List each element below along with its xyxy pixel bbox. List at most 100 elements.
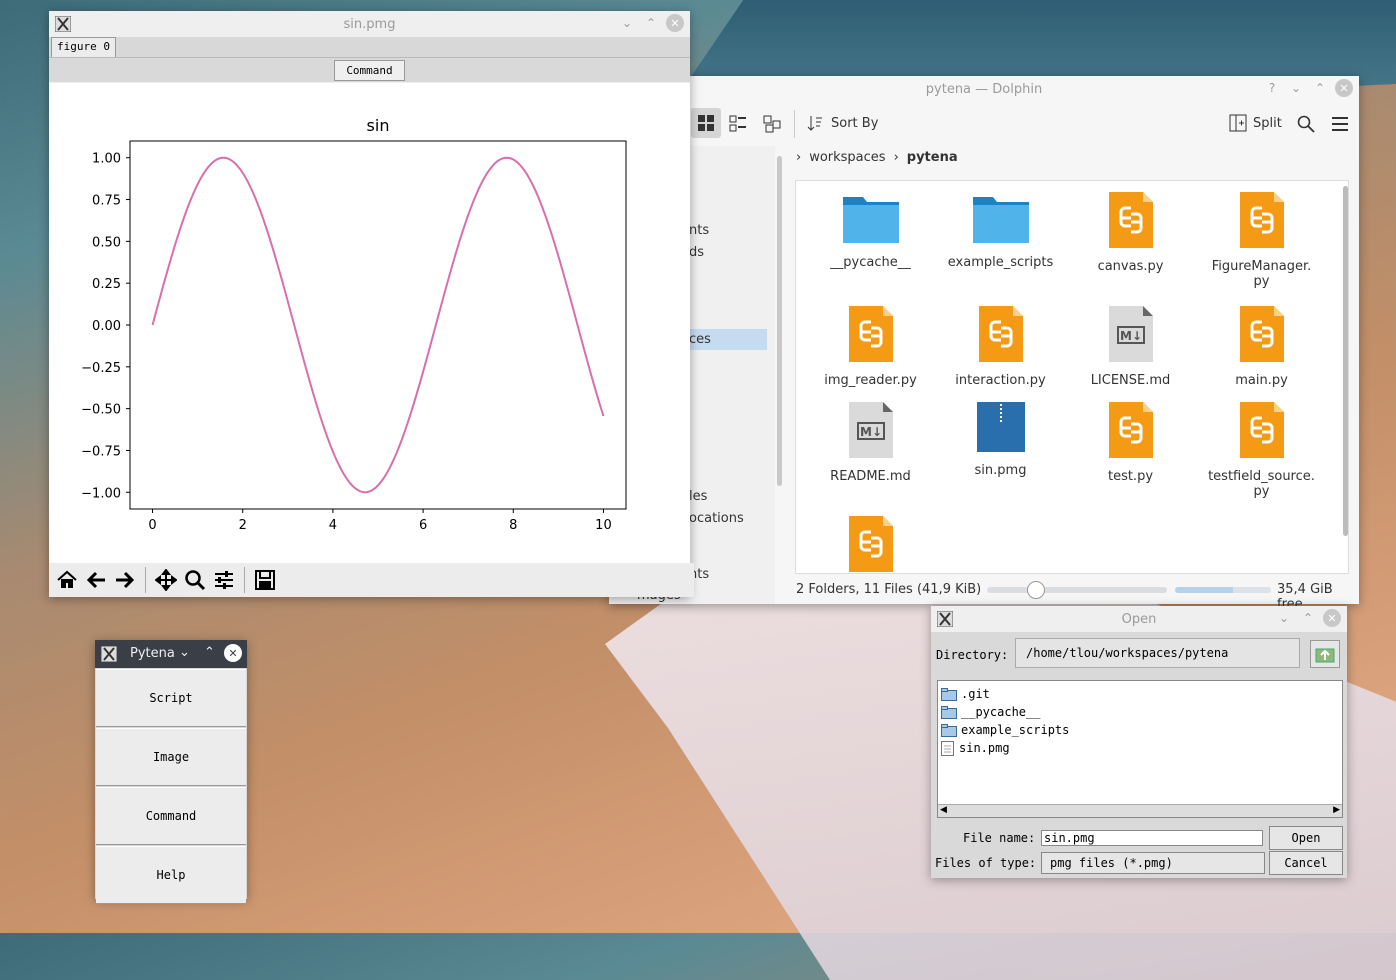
sidebar-item[interactable]: ocations [689, 511, 744, 526]
chevron-right-icon: › [796, 150, 802, 165]
file-item[interactable]: img_reader.py [808, 305, 933, 388]
file-item[interactable]: example_scripts [938, 191, 1063, 270]
breadcrumb: › workspaces › pytena [796, 150, 958, 165]
tree-view-icon[interactable] [763, 115, 781, 133]
help-icon[interactable]: ? [1263, 79, 1281, 97]
file-item[interactable] [808, 515, 933, 573]
sidebar-item-selected[interactable]: ces [689, 329, 767, 350]
y-tick-label: 0.00 [92, 319, 121, 334]
markdown-file-icon: M↓ [1108, 306, 1153, 362]
folder-icon [842, 197, 899, 243]
sort-icon [807, 116, 822, 131]
file-item[interactable]: main.py [1199, 305, 1324, 388]
back-arrow-icon[interactable] [82, 566, 110, 594]
breadcrumb-pytena[interactable]: pytena [907, 150, 958, 165]
zoom-slider[interactable] [987, 581, 1167, 599]
file-item[interactable]: __pycache__ [808, 191, 933, 270]
x-tick-label: 0 [148, 518, 156, 533]
file-list-item[interactable]: .git [938, 685, 1342, 703]
sidebar-item[interactable]: les [689, 489, 707, 504]
home-icon[interactable] [53, 566, 81, 594]
image-button[interactable]: Image [96, 728, 246, 786]
open-titlebar[interactable]: Open ⌄ ⌃ ✕ [931, 606, 1347, 632]
command-button[interactable]: Command [96, 787, 246, 845]
directory-label: Directory: [936, 648, 1009, 662]
status-text: 2 Folders, 11 Files (41,9 KiB) [796, 582, 982, 597]
icons-view-button[interactable] [691, 108, 721, 138]
forward-arrow-icon[interactable] [111, 566, 139, 594]
zoom-icon[interactable] [181, 566, 209, 594]
file-item-label: img_reader.py [824, 373, 917, 388]
sidebar-item[interactable]: nts [689, 223, 709, 238]
directory-field[interactable]: /home/tlou/workspaces/pytena [1015, 638, 1300, 668]
files-of-type-value: pmg files (*.pmg) [1050, 856, 1173, 870]
command-button[interactable]: Command [334, 59, 405, 81]
breadcrumb-workspaces[interactable]: workspaces [809, 150, 885, 165]
maximize-icon[interactable]: ⌃ [204, 645, 215, 660]
sidebar-item[interactable]: ds [689, 245, 704, 260]
python-file-icon [1108, 192, 1153, 248]
python-file-icon [1239, 192, 1284, 248]
pan-icon[interactable] [152, 566, 180, 594]
file-list-item[interactable]: example_scripts [938, 721, 1342, 739]
minimize-icon[interactable]: ⌄ [1287, 79, 1305, 97]
search-icon[interactable] [1297, 115, 1315, 133]
folder-icon [941, 723, 957, 737]
dolphin-titlebar[interactable]: pytena — Dolphin ? ⌄ ⌃ ✕ [609, 76, 1359, 102]
y-tick-label: −0.75 [81, 444, 121, 459]
maximize-icon[interactable]: ⌃ [642, 14, 660, 32]
x-app-icon [101, 646, 117, 662]
python-file-icon [1108, 402, 1153, 458]
file-item[interactable]: FigureManager. py [1199, 191, 1324, 289]
file-item[interactable]: M↓ README.md [808, 401, 933, 484]
close-icon[interactable]: ✕ [224, 644, 242, 662]
figure-titlebar[interactable]: sin.pmg ⌄ ⌃ ✕ [49, 11, 690, 37]
minimize-icon[interactable]: ⌄ [179, 645, 190, 660]
files-of-type-select[interactable]: pmg files (*.pmg) [1041, 852, 1265, 874]
details-view-icon[interactable] [729, 115, 747, 133]
file-list-item[interactable]: __pycache__ [938, 703, 1342, 721]
hamburger-menu-icon[interactable] [1331, 116, 1349, 132]
maximize-icon[interactable]: ⌃ [1299, 609, 1317, 627]
x-tick-label: 4 [329, 518, 337, 533]
y-tick-label: −1.00 [81, 486, 121, 501]
help-button[interactable]: Help [96, 846, 246, 904]
file-item-label: interaction.py [955, 373, 1046, 388]
file-item[interactable]: testfield_source. py [1199, 401, 1324, 499]
sort-by-label: Sort By [831, 115, 879, 131]
file-list-item-label: .git [961, 687, 990, 701]
sidebar-scrollbar[interactable] [777, 156, 782, 486]
file-item[interactable]: sin.pmg [938, 401, 1063, 478]
pytena-titlebar[interactable]: Pytena ⌄ ⌃ ✕ [95, 640, 247, 668]
svg-text:M↓: M↓ [1120, 329, 1142, 343]
file-item[interactable]: M↓ LICENSE.md [1068, 305, 1193, 388]
close-icon[interactable]: ✕ [1335, 79, 1353, 97]
file-item[interactable]: interaction.py [938, 305, 1063, 388]
close-icon[interactable]: ✕ [666, 14, 684, 32]
tab-figure-0[interactable]: figure 0 [51, 37, 116, 57]
split-button[interactable]: Split [1229, 114, 1282, 132]
minimize-icon[interactable]: ⌄ [1275, 609, 1293, 627]
subplots-config-icon[interactable] [210, 566, 238, 594]
close-icon[interactable]: ✕ [1323, 609, 1341, 627]
horizontal-scrollbar[interactable]: ◀ ▶ [938, 804, 1342, 817]
python-file-icon [1239, 402, 1284, 458]
file-grid-scrollbar[interactable] [1343, 186, 1348, 536]
open-button[interactable]: Open [1269, 826, 1343, 850]
file-item[interactable]: test.py [1068, 401, 1193, 484]
zoom-slider-handle[interactable] [1027, 581, 1045, 599]
script-button[interactable]: Script [96, 669, 246, 727]
file-list-item[interactable]: sin.pmg [938, 739, 1342, 757]
cancel-button[interactable]: Cancel [1269, 851, 1343, 875]
parent-directory-button[interactable] [1310, 640, 1340, 668]
file-icon [941, 740, 954, 756]
file-name-input[interactable]: sin.pmg [1041, 830, 1263, 846]
save-icon[interactable] [251, 566, 279, 594]
figure-tabbar: figure 0 [49, 37, 690, 58]
maximize-icon[interactable]: ⌃ [1311, 79, 1329, 97]
x-tick-label: 10 [595, 518, 612, 533]
sort-by-button[interactable]: Sort By [807, 114, 878, 132]
file-item[interactable]: canvas.py [1068, 191, 1193, 274]
y-tick-label: 1.00 [92, 152, 121, 167]
minimize-icon[interactable]: ⌄ [618, 14, 636, 32]
